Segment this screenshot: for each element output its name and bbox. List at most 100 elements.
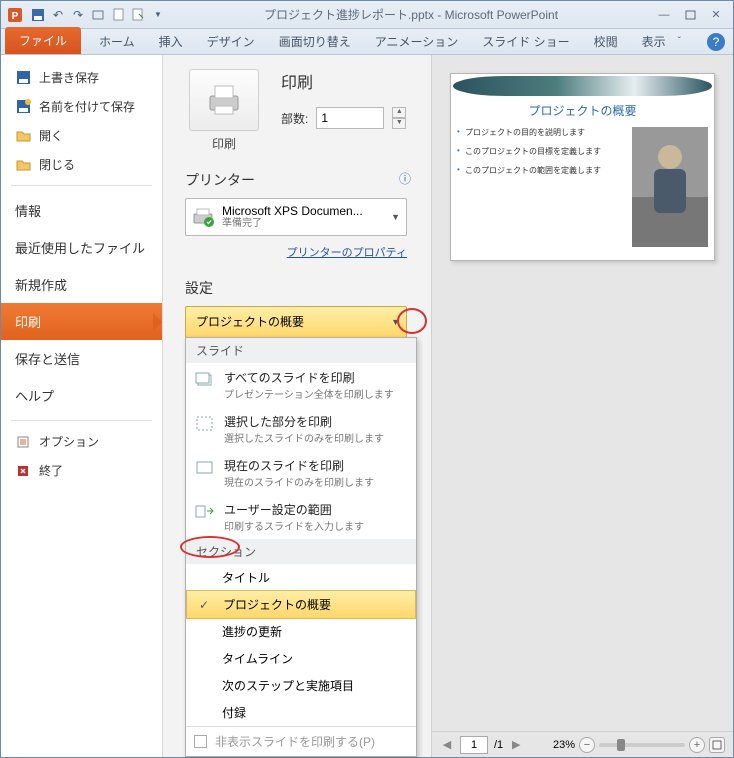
qat-icon[interactable]: [129, 6, 147, 24]
zoom-in-button[interactable]: +: [689, 737, 705, 753]
menu-opt-selection[interactable]: 選択した部分を印刷選択したスライドのみを印刷します: [186, 407, 416, 451]
window-title: プロジェクト進捗レポート.pptx - Microsoft PowerPoint: [167, 6, 655, 23]
qat-dropdown-icon[interactable]: ▼: [149, 6, 167, 24]
print-heading: 印刷: [281, 69, 406, 93]
nav-new[interactable]: 新規作成: [1, 266, 162, 303]
slide-decoration: [453, 76, 712, 96]
maximize-button[interactable]: [681, 7, 699, 23]
printer-status: 準備完了: [222, 218, 385, 230]
copies-spinner[interactable]: ▲▼: [392, 107, 406, 129]
page-input[interactable]: 1: [460, 736, 488, 754]
tab-home[interactable]: ホーム: [87, 28, 147, 54]
section-opt[interactable]: タイトル: [186, 564, 416, 591]
slide-preview: プロジェクトの概要 プロジェクトの目的を説明します このプロジェクトの目標を定義…: [450, 73, 715, 261]
printer-icon: [204, 82, 244, 118]
nav-label: 開く: [39, 127, 63, 144]
copies-input[interactable]: [316, 107, 384, 129]
tab-file[interactable]: ファイル: [5, 27, 81, 54]
nav-open[interactable]: 開く: [1, 121, 162, 150]
nav-label: 新規作成: [15, 275, 67, 294]
settings-heading: 設定: [185, 278, 421, 298]
qat-save-icon[interactable]: [29, 6, 47, 24]
menu-opt-current[interactable]: 現在のスライドを印刷現在のスライドのみを印刷します: [186, 451, 416, 495]
nav-label: 名前を付けて保存: [39, 98, 135, 115]
info-icon[interactable]: ⓘ: [399, 170, 411, 187]
nav-label: 閉じる: [39, 156, 75, 173]
menu-group-sections: セクション: [186, 539, 416, 564]
next-page-button[interactable]: ▶: [509, 736, 523, 754]
zoom-out-button[interactable]: −: [579, 737, 595, 753]
nav-label: 保存と送信: [15, 349, 80, 368]
nav-label: 上書き保存: [39, 69, 99, 86]
tab-animations[interactable]: アニメーション: [363, 28, 471, 54]
slides-icon: [194, 369, 216, 391]
tab-view[interactable]: 表示: [630, 28, 678, 54]
ribbon-expand-icon[interactable]: ˇ: [678, 36, 692, 50]
print-button[interactable]: 印刷: [185, 69, 263, 152]
current-slide-icon: [194, 457, 216, 479]
close-button[interactable]: ✕: [707, 7, 725, 23]
section-opt[interactable]: 進捗の更新: [186, 618, 416, 645]
print-range-dropdown[interactable]: プロジェクトの概要 ▼: [185, 306, 407, 338]
nav-options[interactable]: オプション: [1, 427, 162, 456]
qat-icon[interactable]: [109, 6, 127, 24]
minimize-button[interactable]: —: [655, 7, 673, 23]
backstage: 上書き保存 名前を付けて保存 開く 閉じる 情報 最近使用したファイル 新規作成…: [1, 55, 733, 757]
nav-recent[interactable]: 最近使用したファイル: [1, 229, 162, 266]
tab-transitions[interactable]: 画面切り替え: [267, 28, 363, 54]
nav-info[interactable]: 情報: [1, 192, 162, 229]
printer-heading: プリンターⓘ: [185, 170, 421, 190]
tab-review[interactable]: 校閲: [582, 28, 630, 54]
svg-text:P: P: [12, 11, 19, 22]
save-icon: [15, 70, 31, 86]
print-button-label: 印刷: [185, 135, 263, 152]
qat-icon[interactable]: [89, 6, 107, 24]
quick-access-toolbar: ↶ ↷ ▼: [29, 6, 167, 24]
printer-name: Microsoft XPS Documen...: [222, 204, 385, 218]
hidden-slides-label: 非表示スライドを印刷する(P): [215, 733, 375, 750]
qat-undo-icon[interactable]: ↶: [49, 6, 67, 24]
menu-print-hidden: 非表示スライドを印刷する(P): [186, 726, 416, 756]
menu-opt-all-slides[interactable]: すべてのスライドを印刷プレゼンテーション全体を印刷します: [186, 363, 416, 407]
nav-save-send[interactable]: 保存と送信: [1, 340, 162, 377]
printer-status-icon: [192, 205, 216, 229]
app-icon: P: [5, 5, 25, 25]
print-range-menu: スライド すべてのスライドを印刷プレゼンテーション全体を印刷します 選択した部分…: [185, 337, 417, 757]
nav-exit[interactable]: 終了: [1, 456, 162, 485]
section-opt-selected[interactable]: ✓プロジェクトの概要: [186, 590, 416, 619]
exit-icon: [15, 463, 31, 479]
nav-print[interactable]: 印刷: [1, 303, 162, 340]
check-icon: ✓: [199, 598, 209, 612]
tab-slideshow[interactable]: スライド ショー: [470, 28, 581, 54]
zoom-label: 23%: [553, 739, 575, 751]
section-opt[interactable]: 次のステップと実施項目: [186, 672, 416, 699]
printer-properties-link[interactable]: プリンターのプロパティ: [185, 244, 407, 260]
nav-save-as[interactable]: 名前を付けて保存: [1, 92, 162, 121]
nav-save[interactable]: 上書き保存: [1, 63, 162, 92]
nav-help[interactable]: ヘルプ: [1, 377, 162, 414]
slide-image: [632, 127, 708, 247]
zoom-slider[interactable]: [599, 743, 685, 747]
nav-label: オプション: [39, 433, 99, 450]
section-opt[interactable]: タイムライン: [186, 645, 416, 672]
zoom-fit-button[interactable]: [709, 737, 725, 753]
selection-icon: [194, 413, 216, 435]
close-folder-icon: [15, 157, 31, 173]
qat-redo-icon[interactable]: ↷: [69, 6, 87, 24]
tab-insert[interactable]: 挿入: [147, 28, 195, 54]
checkbox[interactable]: [194, 735, 207, 748]
nav-label: 情報: [15, 201, 41, 220]
help-icon[interactable]: ?: [707, 33, 725, 51]
section-opt[interactable]: 付録: [186, 699, 416, 726]
tab-design[interactable]: デザイン: [195, 28, 267, 54]
backstage-nav: 上書き保存 名前を付けて保存 開く 閉じる 情報 最近使用したファイル 新規作成…: [1, 55, 163, 757]
options-icon: [15, 434, 31, 450]
print-panel: 印刷 印刷 部数: ▲▼ プリンターⓘ Microsoft XPS Docume…: [163, 55, 431, 757]
prev-page-button[interactable]: ◀: [440, 736, 454, 754]
chevron-down-icon: ▼: [391, 212, 400, 222]
nav-close[interactable]: 閉じる: [1, 150, 162, 179]
menu-opt-custom[interactable]: ユーザー設定の範囲印刷するスライドを入力します: [186, 495, 416, 539]
title-bar: P ↶ ↷ ▼ プロジェクト進捗レポート.pptx - Microsoft Po…: [1, 1, 733, 29]
printer-dropdown[interactable]: Microsoft XPS Documen...準備完了 ▼: [185, 198, 407, 236]
nav-label: 最近使用したファイル: [15, 238, 145, 257]
